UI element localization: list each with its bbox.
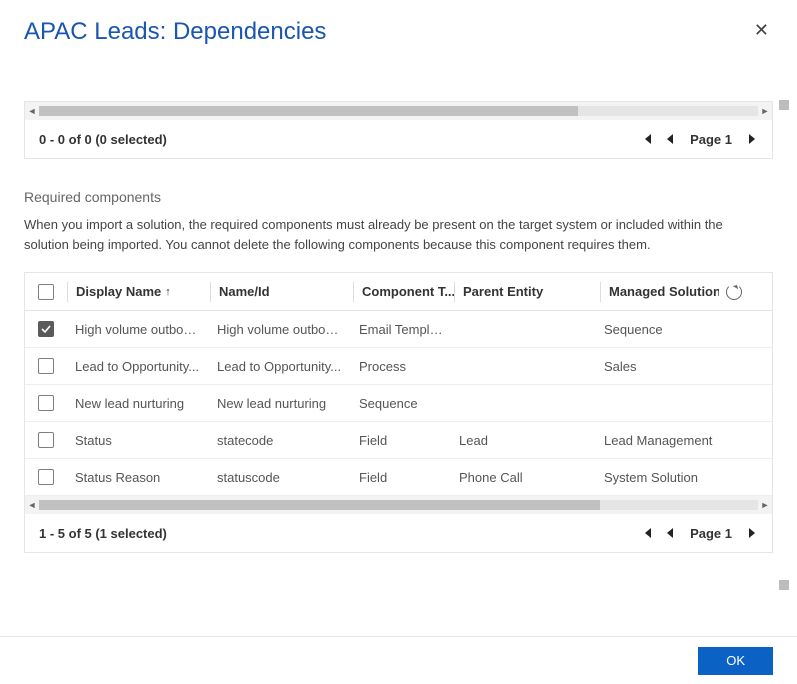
prev-page-icon[interactable] (664, 132, 674, 146)
scroll-right-icon[interactable]: ► (758, 498, 772, 512)
select-all-checkbox[interactable] (38, 284, 54, 300)
table-row[interactable]: Status ReasonstatuscodeFieldPhone CallSy… (25, 459, 772, 496)
grid-header: Display Name ↑ Name/Id Component T... Pa… (25, 273, 772, 311)
bottom-page-label: Page 1 (690, 526, 732, 541)
cell-component-type: Sequence (351, 396, 451, 411)
row-checkbox[interactable] (38, 469, 54, 485)
cell-display-name: High volume outbou... (67, 322, 209, 337)
dialog-title: APAC Leads: Dependencies (24, 18, 773, 46)
cell-managed-solution: Sales (596, 359, 744, 374)
cell-parent-entity: Phone Call (451, 470, 596, 485)
scroll-left-icon[interactable]: ◄ (25, 498, 39, 512)
cell-name-id: statecode (209, 433, 351, 448)
row-checkbox[interactable] (38, 321, 54, 337)
cell-parent-entity: Lead (451, 433, 596, 448)
scroll-right-icon[interactable]: ► (758, 104, 772, 118)
cell-display-name: New lead nurturing (67, 396, 209, 411)
row-checkbox[interactable] (38, 358, 54, 374)
close-icon[interactable]: ✕ (754, 20, 769, 41)
row-checkbox[interactable] (38, 432, 54, 448)
horizontal-scrollbar[interactable]: ◄ ► (25, 102, 772, 120)
cell-component-type: Email Template (351, 322, 451, 337)
footer-bar: OK (0, 636, 797, 684)
col-managed-solution[interactable]: Managed Solution (601, 284, 719, 299)
sort-asc-icon: ↑ (165, 286, 171, 298)
next-page-icon[interactable] (748, 132, 758, 146)
cell-managed-solution: System Solution (596, 470, 744, 485)
cell-managed-solution: Lead Management (596, 433, 744, 448)
ok-button[interactable]: OK (698, 647, 773, 675)
prev-page-icon[interactable] (664, 526, 674, 540)
first-page-icon[interactable] (640, 526, 654, 540)
top-pager: 0 - 0 of 0 (0 selected) Page 1 (25, 120, 772, 158)
cell-name-id: New lead nurturing (209, 396, 351, 411)
top-pager-status: 0 - 0 of 0 (0 selected) (39, 132, 167, 147)
cell-managed-solution: Sequence (596, 322, 744, 337)
cell-display-name: Lead to Opportunity... (67, 359, 209, 374)
bottom-pager-status: 1 - 5 of 5 (1 selected) (39, 526, 167, 541)
col-display-name[interactable]: Display Name ↑ (68, 284, 210, 299)
cell-name-id: statuscode (209, 470, 351, 485)
scroll-left-icon[interactable]: ◄ (25, 104, 39, 118)
refresh-button[interactable] (719, 284, 749, 300)
section-title: Required components (24, 189, 773, 205)
section-description: When you import a solution, the required… (24, 215, 773, 254)
bottom-pager: 1 - 5 of 5 (1 selected) Page 1 (25, 514, 772, 552)
horizontal-scrollbar-2[interactable]: ◄ ► (25, 496, 772, 514)
cell-component-type: Field (351, 433, 451, 448)
refresh-icon (726, 284, 742, 300)
col-display-name-label: Display Name (76, 284, 161, 299)
col-component-type[interactable]: Component T... (354, 284, 454, 299)
next-page-icon[interactable] (748, 526, 758, 540)
cell-name-id: High volume outbou... (209, 322, 351, 337)
cell-display-name: Status Reason (67, 470, 209, 485)
vertical-scrollbar[interactable] (779, 100, 789, 590)
first-page-icon[interactable] (640, 132, 654, 146)
table-row[interactable]: StatusstatecodeFieldLeadLead Management (25, 422, 772, 459)
table-row[interactable]: High volume outbou...High volume outbou.… (25, 311, 772, 348)
cell-component-type: Field (351, 470, 451, 485)
col-name-id[interactable]: Name/Id (211, 284, 353, 299)
cell-display-name: Status (67, 433, 209, 448)
cell-name-id: Lead to Opportunity... (209, 359, 351, 374)
top-grid: ◄ ► 0 - 0 of 0 (0 selected) Page 1 (24, 101, 773, 159)
row-checkbox[interactable] (38, 395, 54, 411)
table-row[interactable]: Lead to Opportunity...Lead to Opportunit… (25, 348, 772, 385)
table-row[interactable]: New lead nurturingNew lead nurturingSequ… (25, 385, 772, 422)
components-grid: Display Name ↑ Name/Id Component T... Pa… (24, 272, 773, 553)
col-parent-entity[interactable]: Parent Entity (455, 284, 600, 299)
top-page-label: Page 1 (690, 132, 732, 147)
cell-component-type: Process (351, 359, 451, 374)
